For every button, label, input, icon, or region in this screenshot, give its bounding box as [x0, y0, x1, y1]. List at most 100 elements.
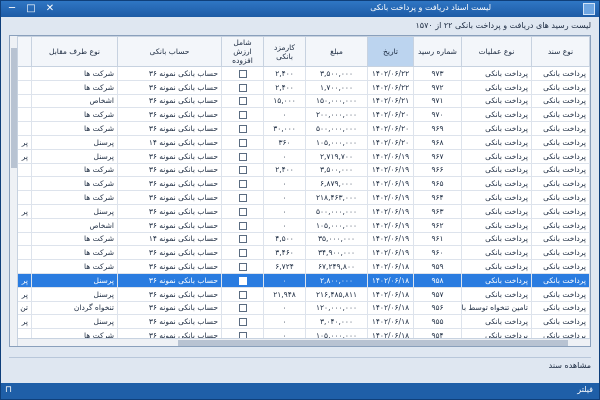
vat-checkbox[interactable]	[238, 221, 247, 230]
receipts-grid[interactable]: نوع سند نوع عملیات شماره رسید تاریخ مبلغ کارم…	[9, 35, 591, 347]
vat-checkbox[interactable]	[238, 97, 247, 106]
column-header[interactable]: شماره رسید	[413, 36, 462, 67]
vat-checkbox[interactable]	[238, 207, 247, 216]
table-row[interactable]: پرداخت بانکی پرداخت بانکی ۹۶۷ ۱۴۰۲/۰۶/۱۹ ۲,۷…	[15, 148, 590, 164]
table-cell: پرداخت بانکی	[531, 190, 590, 205]
table-row[interactable]: پرداخت بانکی پرداخت بانکی ۹۵۸ ۱۴۰۲/۰۶/۱۸ ۲,۸…	[15, 272, 590, 288]
table-cell: حساب بانکی نمونه ۳۶	[117, 121, 222, 136]
table-cell: حساب بانکی نمونه ۳۶	[117, 259, 222, 274]
table-cell: ۲۱۸,۴۶۳,۰۰۰	[305, 190, 368, 205]
table-cell: پرداخت بانکی	[531, 272, 590, 288]
table-cell: اشخاص	[31, 93, 118, 109]
table-row[interactable]: پرداخت بانکی پرداخت بانکی ۹۷۲ ۱۴۰۲/۰۶/۲۲ ۱,۷…	[15, 79, 590, 95]
table-cell: ۹۷۲	[413, 79, 462, 95]
vat-checkbox[interactable]	[238, 235, 247, 244]
filter-button[interactable]: فیلتر	[577, 385, 593, 394]
table-cell: ۱,۷۰۰,۰۰۰	[305, 79, 368, 95]
table-cell: پرداخت بانکی	[461, 231, 532, 247]
table-row[interactable]: پرداخت بانکی پرداخت بانکی ۹۶۲ ۱۴۰۲/۰۶/۱۹ ۱۰۵…	[15, 217, 590, 233]
column-header[interactable]: شامل ارزش افزوده	[221, 36, 264, 67]
vat-checkbox[interactable]	[238, 180, 247, 189]
vertical-scrollbar[interactable]	[10, 36, 18, 346]
vat-checkbox[interactable]	[238, 318, 247, 327]
table-row[interactable]: پرداخت بانکی پرداخت بانکی ۹۶۹ ۱۴۰۲/۰۶/۲۰ ۵۰۰…	[15, 121, 590, 136]
table-row[interactable]: پرداخت بانکی پرداخت بانکی ۹۶۴ ۱۴۰۲/۰۶/۱۹ ۲۱۸…	[15, 190, 590, 205]
table-cell: ۱۴۰۲/۰۶/۲۱	[367, 93, 414, 109]
table-cell: ۰	[263, 190, 306, 205]
table-cell: ۰	[263, 176, 306, 192]
table-row[interactable]: پرداخت بانکی پرداخت بانکی ۹۷۰ ۱۴۰۲/۰۶/۲۰ ۲۰۰…	[15, 107, 590, 123]
vat-checkbox[interactable]	[238, 304, 247, 313]
table-cell: شرکت ها	[31, 107, 118, 123]
table-row[interactable]: پرداخت بانکیتامین تنخواه توسط بانک۹۵۶۱۴۰…	[15, 300, 590, 316]
vat-checkbox[interactable]	[238, 249, 247, 258]
vat-checkbox[interactable]	[238, 83, 247, 92]
table-cell: پرداخت بانکی	[531, 300, 590, 316]
table-row[interactable]: پرداخت بانکی پرداخت بانکی ۹۶۸ ۱۴۰۲/۰۶/۲۰ ۱۰۵…	[15, 134, 590, 150]
column-header[interactable]: تاریخ	[367, 36, 414, 67]
column-header[interactable]: نوع سند	[531, 36, 590, 67]
vertical-scroll-thumb[interactable]	[11, 48, 17, 168]
vat-checkbox[interactable]	[238, 166, 247, 175]
table-row[interactable]: پرداخت بانکی پرداخت بانکی ۹۶۱ ۱۴۰۲/۰۶/۱۹ ۳۵,…	[15, 231, 590, 247]
vat-checkbox-cell	[221, 121, 264, 136]
vat-checkbox[interactable]	[238, 69, 247, 78]
list-count-header: لیست رسید های دریافت و پرداخت بانکی ۲۲ ا…	[415, 21, 591, 30]
table-row[interactable]: پرداخت بانکی پرداخت بانکی ۹۶۵ ۱۴۰۲/۰۶/۱۹ ۶,۸…	[15, 176, 590, 192]
table-cell: ۱۴۰۲/۰۶/۱۸	[367, 314, 414, 330]
table-cell: ۵۰۰,۰۰۰,۰۰۰	[305, 203, 368, 219]
vat-checkbox[interactable]	[238, 138, 247, 147]
column-header[interactable]: کارمزد بانکی	[263, 36, 306, 67]
table-cell: ۹۵۸	[413, 272, 462, 288]
column-header[interactable]: حساب بانکی	[117, 36, 222, 67]
vat-checkbox[interactable]	[238, 125, 247, 134]
table-row[interactable]: پرداخت بانکی پرداخت بانکی ۹۶۶ ۱۴۰۲/۰۶/۱۹ ۳,۵…	[15, 162, 590, 178]
column-header[interactable]: مبلغ	[305, 36, 368, 67]
horizontal-scroll-thumb[interactable]	[178, 340, 568, 346]
table-cell: پرداخت بانکی	[461, 314, 532, 330]
vat-checkbox[interactable]	[238, 276, 247, 285]
table-cell: ۳,۴۶۰	[263, 245, 306, 261]
title-bar[interactable]: ─ □ ✕ لیست اسناد دریافت و پرداخت بانکی	[1, 1, 599, 17]
table-cell: ۲,۸۰۰,۰۰۰	[305, 272, 368, 288]
table-cell: ۱۴۰۲/۰۶/۱۸	[367, 286, 414, 302]
table-row[interactable]: پرداخت بانکی پرداخت بانکی ۹۵۵ ۱۴۰۲/۰۶/۱۸ ۳,۰…	[15, 314, 590, 330]
table-cell: ۲۱۶,۴۸۵,۸۱۱	[305, 286, 368, 302]
table-cell: حساب بانکی نمونه ۳۶	[117, 79, 222, 95]
pin-icon[interactable]: ⊓	[5, 385, 12, 395]
maximize-icon[interactable]: □	[22, 2, 40, 16]
table-row[interactable]: پرداخت بانکی پرداخت بانکی ۹۵۷ ۱۴۰۲/۰۶/۱۸ ۲۱۶…	[15, 286, 590, 302]
table-cell: پرداخت بانکی	[531, 259, 590, 274]
horizontal-scrollbar[interactable]	[18, 338, 590, 346]
vat-checkbox[interactable]	[238, 152, 247, 161]
table-cell: ۹۷۰	[413, 107, 462, 123]
receipts-table: نوع سند نوع عملیات شماره رسید تاریخ مبلغ کارم…	[15, 36, 590, 346]
vat-checkbox[interactable]	[238, 345, 247, 346]
table-row[interactable]: پرداخت بانکی پرداخت بانکی ۹۶۰ ۱۴۰۲/۰۶/۱۹ ۳۴,…	[15, 245, 590, 261]
table-row[interactable]: پرداخت بانکی پرداخت بانکی ۹۷۱ ۱۴۰۲/۰۶/۲۱ ۱۵۰…	[15, 93, 590, 109]
column-header[interactable]: نوع عملیات	[461, 36, 532, 67]
table-row[interactable]: پرداخت بانکی پرداخت بانکی ۹۷۳ ۱۴۰۲/۰۶/۲۲ ۳,۵…	[15, 66, 590, 81]
close-icon[interactable]: ✕	[41, 2, 59, 16]
vat-checkbox[interactable]	[238, 111, 247, 120]
view-document-button[interactable]: مشاهده سند	[549, 359, 591, 373]
vat-checkbox[interactable]	[238, 263, 247, 272]
table-cell: پرسنل	[31, 203, 118, 219]
table-cell: تامین تنخواه توسط بانک	[461, 300, 532, 316]
table-row[interactable]: پرداخت بانکی پرداخت بانکی ۹۵۹ ۱۴۰۲/۰۶/۱۸ ۶۷,…	[15, 259, 590, 274]
status-bar: فیلتر ⊓	[1, 383, 599, 399]
column-header[interactable]: نوع طرف مقابل	[31, 36, 118, 67]
table-cell: پرداخت بانکی	[531, 217, 590, 233]
table-cell: ۲,۴۰۰	[263, 162, 306, 178]
table-cell: ۲,۴۰۰	[263, 79, 306, 95]
table-row[interactable]: پرداخت بانکی پرداخت بانکی ۹۶۳ ۱۴۰۲/۰۶/۱۹ ۵۰۰…	[15, 203, 590, 219]
minimize-icon[interactable]: ─	[3, 2, 21, 16]
vat-checkbox[interactable]	[238, 290, 247, 299]
table-cell: پرسنل	[31, 134, 118, 150]
table-cell: ۹۶۴	[413, 190, 462, 205]
table-cell: شرکت ها	[31, 259, 118, 274]
vat-checkbox[interactable]	[238, 194, 247, 203]
table-cell: ۱۵۰,۰۰۰,۰۰۰	[305, 93, 368, 109]
table-cell: ۳۴,۹۰۰,۰۰۰	[305, 245, 368, 261]
table-cell: ۹۵۷	[413, 286, 462, 302]
